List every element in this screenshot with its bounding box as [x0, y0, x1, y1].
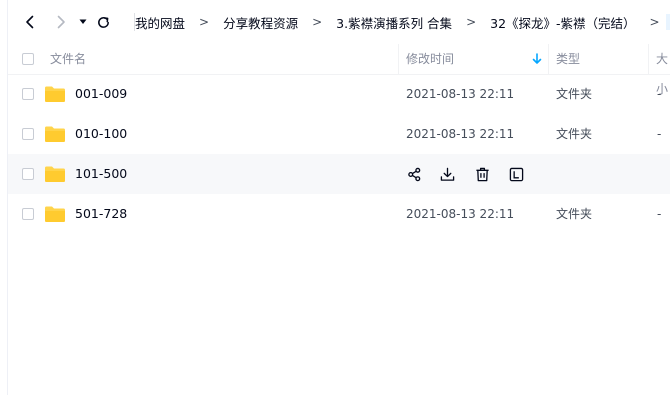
header-name[interactable]: 文件名 — [50, 44, 86, 74]
file-name[interactable]: 101-500 — [75, 154, 127, 194]
forward-button[interactable] — [51, 12, 71, 32]
table-row[interactable]: 010-100 2021-08-13 22:11 文件夹 - — [8, 114, 670, 154]
refresh-button[interactable] — [93, 12, 113, 32]
breadcrumb-separator: > — [466, 15, 477, 29]
file-size: - — [657, 207, 662, 221]
history-dropdown-button[interactable] — [73, 12, 93, 32]
header-size[interactable]: 大小 — [656, 44, 670, 96]
breadcrumb-separator: > — [312, 15, 323, 29]
folder-icon — [45, 126, 65, 142]
file-name[interactable]: 010-100 — [75, 114, 127, 154]
rename-button[interactable] — [507, 165, 525, 183]
row-checkbox[interactable] — [22, 128, 34, 140]
breadcrumb-separator: > — [649, 15, 660, 29]
column-divider — [398, 44, 399, 74]
table-row[interactable]: 001-009 2021-08-13 22:11 文件夹 - — [8, 74, 670, 114]
rename-icon — [509, 167, 523, 181]
row-checkbox[interactable] — [22, 168, 34, 180]
download-button[interactable] — [438, 165, 456, 183]
file-size: - — [657, 87, 662, 101]
file-name[interactable]: 501-728 — [75, 194, 127, 234]
breadcrumb-item[interactable]: 分享教程资源 — [223, 13, 298, 32]
left-panel-edge — [0, 0, 8, 395]
file-type: 文件夹 — [556, 87, 593, 101]
caret-down-icon — [79, 19, 87, 24]
column-divider — [648, 44, 649, 74]
chevron-right-icon — [57, 15, 65, 29]
header-modified[interactable]: 修改时间 — [406, 44, 454, 74]
share-button[interactable] — [405, 165, 423, 183]
back-button[interactable] — [20, 12, 40, 32]
modified-time: 2021-08-13 22:11 — [406, 127, 515, 141]
sort-arrow-down-icon[interactable] — [532, 53, 542, 65]
header-type[interactable]: 类型 — [556, 44, 580, 74]
modified-time: 2021-08-13 22:11 — [406, 87, 515, 101]
share-icon — [407, 167, 420, 181]
breadcrumb-separator: > — [199, 15, 210, 29]
table-header: 文件名 修改时间 类型 大小 — [8, 44, 670, 96]
folder-icon — [45, 166, 65, 182]
toolbar-edge-accent — [666, 14, 670, 30]
breadcrumb-item[interactable]: 3.紫襟演播系列 合集 — [336, 13, 452, 32]
file-size: - — [657, 127, 662, 141]
row-checkbox[interactable] — [22, 88, 34, 100]
modified-time: 2021-08-13 22:11 — [406, 207, 515, 221]
folder-icon — [45, 86, 65, 102]
table-row[interactable]: 501-728 2021-08-13 22:11 文件夹 - — [8, 194, 670, 234]
chevron-left-icon — [26, 15, 34, 29]
breadcrumb-item-current[interactable]: 32《探龙》-紫襟（完结） — [490, 13, 635, 32]
breadcrumb: 我的网盘 > 分享教程资源 > 3.紫襟演播系列 合集 > 32《探龙》-紫襟（… — [135, 0, 670, 44]
table-row-hovered[interactable]: 101-500 — [8, 154, 670, 194]
breadcrumb-item[interactable]: 我的网盘 — [135, 13, 185, 32]
delete-icon — [475, 167, 489, 181]
file-type: 文件夹 — [556, 207, 593, 221]
select-all-checkbox[interactable] — [22, 53, 34, 65]
file-type: 文件夹 — [556, 127, 593, 141]
column-divider — [548, 44, 549, 74]
download-icon — [440, 167, 454, 181]
delete-button[interactable] — [473, 165, 491, 183]
refresh-icon — [97, 16, 109, 28]
toolbar: 我的网盘 > 分享教程资源 > 3.紫襟演播系列 合集 > 32《探龙》-紫襟（… — [8, 0, 670, 44]
folder-icon — [45, 206, 65, 222]
row-checkbox[interactable] — [22, 208, 34, 220]
file-name[interactable]: 001-009 — [75, 74, 127, 114]
